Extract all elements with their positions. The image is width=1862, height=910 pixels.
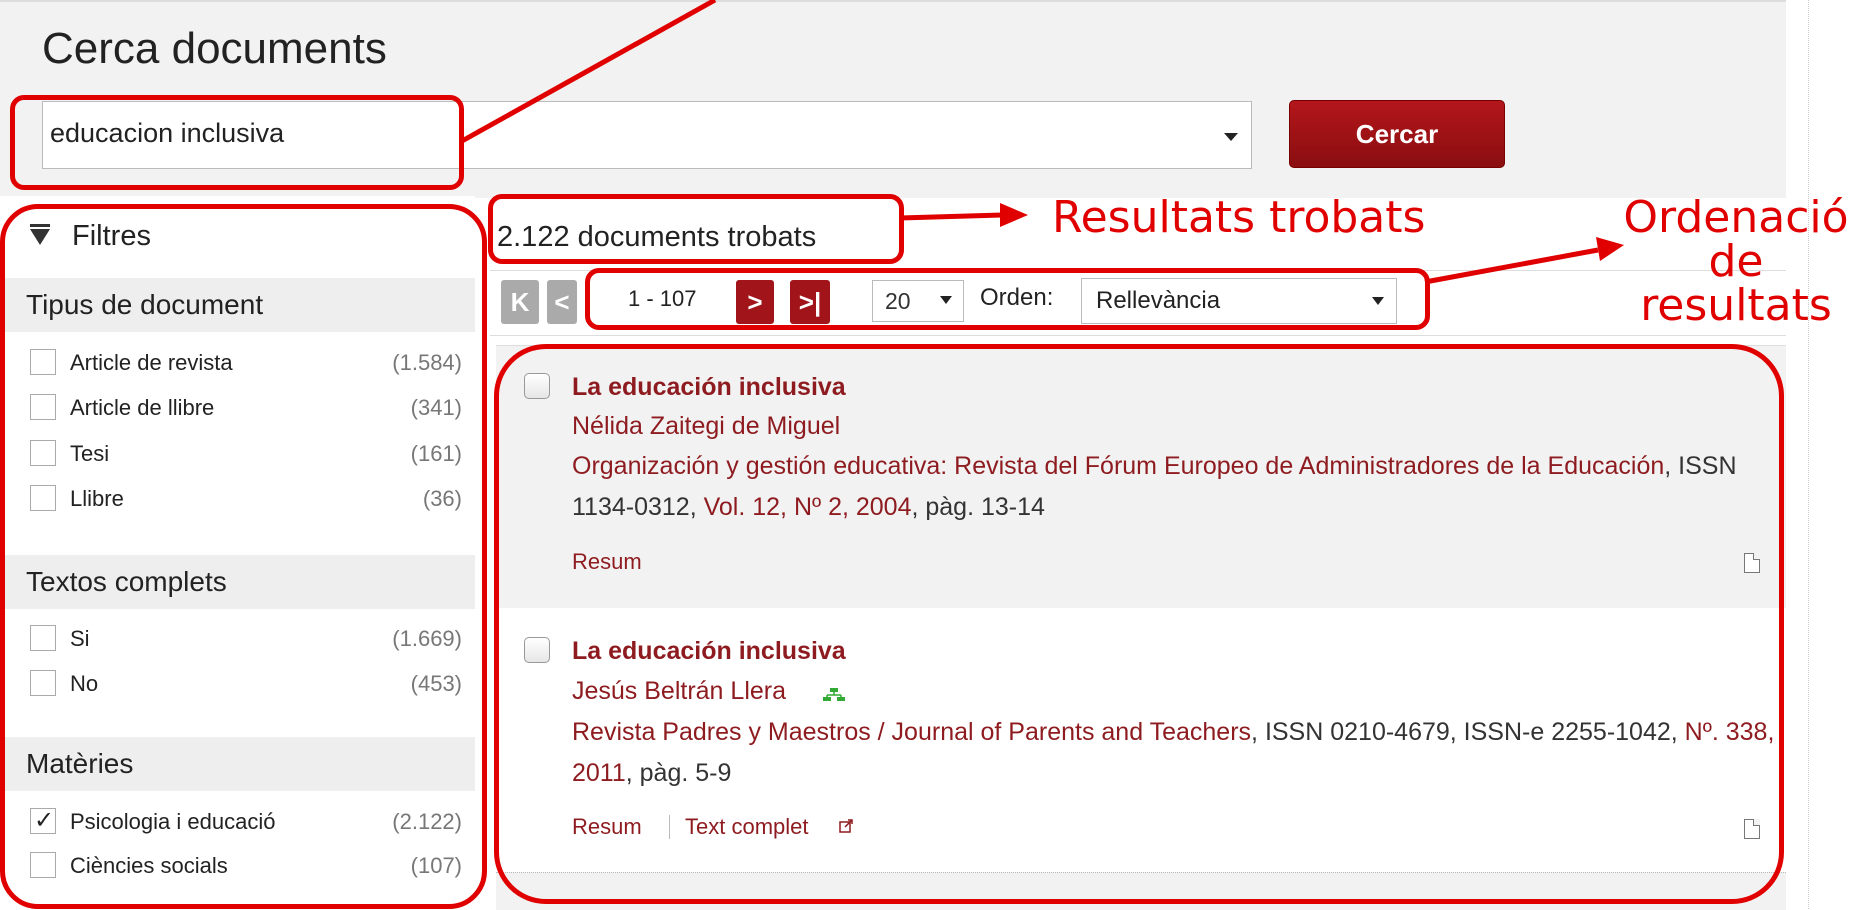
annotation-box-search [10, 95, 464, 190]
annotation-order-line3: resultats [1640, 280, 1832, 331]
annotation-box-sort [585, 268, 1430, 330]
annotation-box-results [494, 344, 1784, 904]
annotation-box-count [488, 194, 904, 264]
annotation-box-filters [0, 204, 487, 909]
annotation-found: Resultats trobats [1052, 192, 1426, 243]
